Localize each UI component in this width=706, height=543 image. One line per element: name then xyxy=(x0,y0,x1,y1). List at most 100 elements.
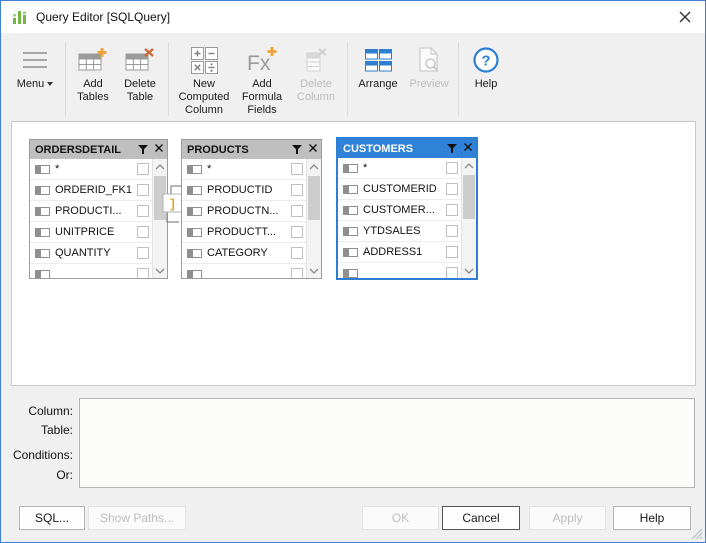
table-field-row[interactable]: CUSTOMERID xyxy=(338,179,461,200)
scroll-up-icon[interactable] xyxy=(307,160,321,173)
table-field-row[interactable]: PRODUCTN... xyxy=(182,201,306,222)
arrange-label: Arrange xyxy=(358,78,398,90)
field-checkbox[interactable] xyxy=(446,183,458,195)
table-field-row[interactable]: UNITPRICE xyxy=(30,222,152,243)
new-computed-column-button[interactable]: New Computed Column xyxy=(173,40,235,117)
field-name: PRODUCTT... xyxy=(207,226,277,238)
field-checkbox[interactable] xyxy=(137,268,149,278)
table-field-row[interactable]: * xyxy=(30,159,152,180)
scrollbar-thumb[interactable] xyxy=(308,176,320,220)
table-field-list: * CUSTOMERID CUSTOMER... YTDSALES ADDRES… xyxy=(338,158,476,278)
table-field-row[interactable]: PRODUCTT... xyxy=(182,222,306,243)
scrollbar[interactable] xyxy=(461,158,476,278)
table-header[interactable]: ORDERSDETAIL xyxy=(30,140,167,159)
menu-label: Menu xyxy=(17,78,54,91)
field-name: CATEGORY xyxy=(207,247,268,259)
field-checkbox[interactable] xyxy=(137,247,149,259)
field-checkbox[interactable] xyxy=(137,163,149,175)
cancel-button[interactable]: Cancel xyxy=(442,506,520,530)
toolbar-separator xyxy=(458,42,459,116)
field-checkbox[interactable] xyxy=(137,226,149,238)
help-footer-button[interactable]: Help xyxy=(613,506,691,530)
table-header[interactable]: PRODUCTS xyxy=(182,140,321,159)
column-field-icon xyxy=(343,268,358,278)
field-checkbox[interactable] xyxy=(137,205,149,217)
add-formula-fields-button[interactable]: Fx Add Formula Fields xyxy=(235,40,289,117)
sql-button[interactable]: SQL... xyxy=(19,506,85,530)
filter-icon[interactable] xyxy=(447,143,458,154)
table-field-row-partial[interactable] xyxy=(338,263,461,278)
field-checkbox[interactable] xyxy=(291,268,303,278)
query-design-canvas[interactable]: ORDERSDETAIL * ORDERID_FK1 PRODUCTI... U… xyxy=(11,121,696,386)
window-close-button[interactable] xyxy=(673,5,697,29)
arrange-button[interactable]: Arrange xyxy=(352,40,404,91)
table-widget-ordersdetail[interactable]: ORDERSDETAIL * ORDERID_FK1 PRODUCTI... U… xyxy=(29,139,168,279)
preview-button: Preview xyxy=(404,40,454,91)
field-checkbox[interactable] xyxy=(446,267,458,278)
table-field-row[interactable]: * xyxy=(338,158,461,179)
toolbar: Menu Add Tables Delete Table New Compute… xyxy=(1,33,705,121)
scroll-down-icon[interactable] xyxy=(462,264,476,277)
table-field-row[interactable]: QUANTITY xyxy=(30,243,152,264)
field-checkbox[interactable] xyxy=(446,246,458,258)
table-field-row[interactable]: ORDERID_FK1 xyxy=(30,180,152,201)
scroll-down-icon[interactable] xyxy=(307,264,321,277)
close-table-icon[interactable] xyxy=(309,144,317,155)
table-widget-products[interactable]: PRODUCTS * PRODUCTID PRODUCTN... PRODUCT… xyxy=(181,139,322,279)
toolbar-separator xyxy=(347,42,348,116)
table-field-row[interactable]: PRODUCTID xyxy=(182,180,306,201)
scrollbar-thumb[interactable] xyxy=(463,175,475,219)
table-field-row[interactable]: CUSTOMER... xyxy=(338,200,461,221)
table-widget-customers[interactable]: CUSTOMERS * CUSTOMERID CUSTOMER... YTDSA… xyxy=(336,137,478,280)
table-field-row[interactable]: YTDSALES xyxy=(338,221,461,242)
close-table-icon[interactable] xyxy=(155,144,163,155)
column-field-icon xyxy=(343,247,358,257)
field-checkbox[interactable] xyxy=(291,163,303,175)
field-checkbox[interactable] xyxy=(291,205,303,217)
table-field-row-partial[interactable] xyxy=(182,264,306,278)
delete-column-label: Delete Column xyxy=(297,78,335,103)
hamburger-menu-icon xyxy=(22,42,48,78)
scroll-down-icon[interactable] xyxy=(153,264,167,277)
scrollbar[interactable] xyxy=(306,159,321,278)
table-name: PRODUCTS xyxy=(187,143,249,156)
toolbar-separator xyxy=(65,42,66,116)
toolbar-separator xyxy=(168,42,169,116)
field-checkbox[interactable] xyxy=(446,225,458,237)
table-label: Table: xyxy=(40,423,73,437)
field-name: CUSTOMER... xyxy=(363,204,435,216)
menu-button[interactable]: Menu xyxy=(9,40,61,91)
field-checkbox[interactable] xyxy=(291,247,303,259)
scroll-up-icon[interactable] xyxy=(153,160,167,173)
table-field-row[interactable]: PRODUCTI... xyxy=(30,201,152,222)
delete-table-button[interactable]: Delete Table xyxy=(116,40,164,104)
close-table-icon[interactable] xyxy=(464,143,472,154)
table-field-row[interactable]: CATEGORY xyxy=(182,243,306,264)
scroll-up-icon[interactable] xyxy=(462,159,476,172)
column-field-icon xyxy=(35,206,50,216)
table-field-row-partial[interactable] xyxy=(30,264,152,278)
field-checkbox[interactable] xyxy=(137,184,149,196)
table-header[interactable]: CUSTOMERS xyxy=(338,139,476,158)
field-checkbox[interactable] xyxy=(446,204,458,216)
table-field-row[interactable]: * xyxy=(182,159,306,180)
field-checkbox[interactable] xyxy=(446,162,458,174)
field-checkbox[interactable] xyxy=(291,226,303,238)
window-title: Query Editor [SQLQuery] xyxy=(36,10,171,24)
add-tables-button[interactable]: Add Tables xyxy=(70,40,116,104)
field-checkbox[interactable] xyxy=(291,184,303,196)
table-field-row[interactable]: ADDRESS1 xyxy=(338,242,461,263)
or-label: Or: xyxy=(56,468,73,482)
help-button[interactable]: ? Help xyxy=(463,40,509,91)
filter-icon[interactable] xyxy=(138,144,149,155)
ok-button: OK xyxy=(362,506,439,530)
query-editor-dialog: Query Editor [SQLQuery] Menu Add Tables … xyxy=(0,0,706,543)
resize-grip[interactable] xyxy=(689,526,703,540)
column-label: Column: xyxy=(28,404,73,418)
preview-label: Preview xyxy=(409,78,449,90)
close-icon xyxy=(679,11,691,23)
conditions-grid[interactable] xyxy=(79,398,695,488)
svg-text:Fx: Fx xyxy=(247,52,271,75)
field-name: * xyxy=(363,162,368,174)
filter-icon[interactable] xyxy=(292,144,303,155)
